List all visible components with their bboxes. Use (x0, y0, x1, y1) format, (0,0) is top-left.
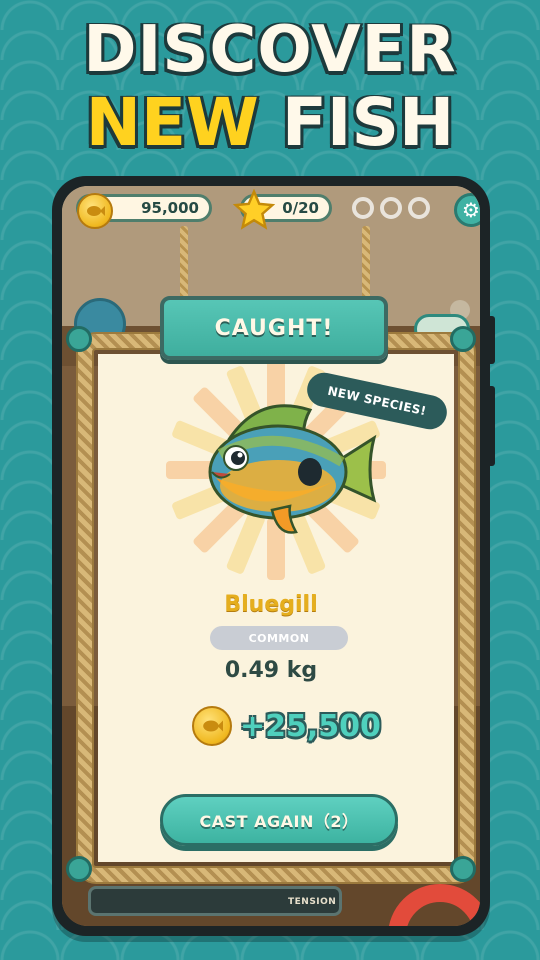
coin-reward: +25,500 (192, 704, 381, 748)
headline: DISCOVER NEW FISH (0, 18, 540, 156)
rope-knot (66, 326, 92, 352)
coin-fish-icon (77, 193, 113, 229)
progress-dot (380, 197, 402, 219)
progress-dots (352, 197, 430, 219)
phone-frame: TENSION 95,000 0/20 ⚙ NEW SPECIES! CAUGH… (52, 176, 495, 936)
headline-line1: DISCOVER (83, 13, 457, 87)
headline-line2: NEW FISH (0, 90, 540, 156)
game-screen: TENSION 95,000 0/20 ⚙ NEW SPECIES! CAUGH… (62, 186, 480, 926)
fish-weight: 0.49 kg (224, 658, 318, 683)
star-icon (233, 189, 275, 230)
hanging-rope (362, 226, 370, 302)
coin-amount: 95,000 (141, 199, 199, 217)
phone-side-button (490, 316, 495, 364)
settings-gear-icon[interactable]: ⚙ (454, 193, 480, 227)
progress-dot (352, 197, 374, 219)
reward-amount: +25,500 (240, 708, 381, 744)
hanging-rope (180, 226, 188, 302)
progress-dot (408, 197, 430, 219)
caught-sign: CAUGHT! (160, 296, 388, 360)
rope-knot (450, 326, 476, 352)
hud: 95,000 0/20 ⚙ (62, 189, 480, 230)
rope-knot (450, 856, 476, 882)
star-counter[interactable]: 0/20 (233, 189, 332, 230)
headline-rest: FISH (281, 84, 455, 161)
cast-again-button[interactable]: CAST AGAIN（2） (160, 794, 398, 846)
rarity-badge: COMMON (210, 626, 348, 650)
tension-label: TENSION (288, 897, 337, 907)
headline-highlight: NEW (85, 84, 259, 161)
star-progress: 0/20 (282, 199, 319, 217)
caught-title: CAUGHT! (214, 315, 334, 341)
fish-name: Bluegill (224, 592, 318, 617)
rope-knot (66, 856, 92, 882)
phone-side-button (490, 386, 495, 466)
coin-counter[interactable]: 95,000 (76, 193, 212, 229)
coin-fish-icon (192, 706, 232, 746)
